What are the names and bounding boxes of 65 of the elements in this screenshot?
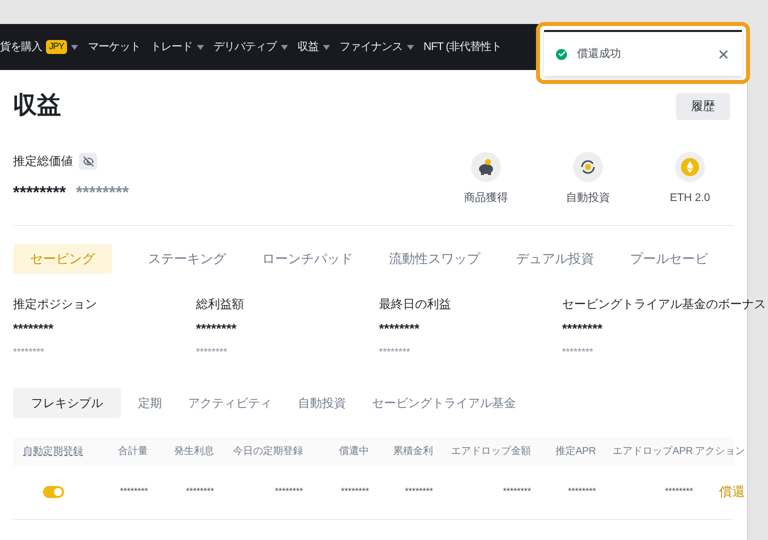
nav-link[interactable]: トレード: [150, 38, 193, 56]
column-header: 合計量: [117, 444, 148, 458]
history-button[interactable]: 履歴: [676, 92, 730, 120]
stat-value: ********: [562, 320, 604, 338]
shortcut-button[interactable]: ETH 2.0: [650, 152, 730, 225]
column-header: 今日の定期登録: [232, 444, 303, 458]
stat-secondary: ********: [196, 346, 228, 360]
column-header: 自動定期登録: [22, 444, 84, 458]
shortcut-button[interactable]: 商品獲得: [446, 152, 526, 225]
toggle-switch[interactable]: [42, 486, 64, 498]
total-value: ********: [13, 182, 66, 204]
sub-tab[interactable]: セービングトライアル基金: [363, 388, 525, 418]
column-header: 推定APR: [554, 444, 596, 458]
eye-off-icon: [82, 156, 94, 166]
column-header: 発生利息: [173, 444, 214, 458]
nav-link[interactable]: デリバティブ: [214, 38, 277, 56]
stat-label: 最終日の利益: [379, 296, 452, 313]
stat-value: ********: [196, 320, 238, 338]
piggy-bank-icon: [477, 159, 495, 175]
sub-tab[interactable]: 自動投資: [289, 388, 355, 418]
column-header: エアドロップAPR: [611, 444, 693, 458]
sub-tab[interactable]: 定期: [129, 388, 171, 418]
currency-badge: JPY: [46, 40, 68, 54]
close-button[interactable]: [717, 48, 730, 60]
coin-icon: [681, 158, 699, 176]
refresh-coin-icon: [579, 158, 597, 176]
column-header: エアドロップ金額: [450, 444, 531, 458]
tab[interactable]: ローンチパッド: [262, 244, 353, 274]
stat-label: セービングトライアル基金のボーナス: [562, 296, 766, 313]
sub-tab[interactable]: アクティビティ: [179, 388, 281, 418]
table-cell-text: ********: [274, 485, 303, 498]
stat-value: ********: [13, 320, 54, 338]
hide-balance-button[interactable]: [79, 152, 97, 170]
stat-value: ********: [379, 320, 420, 338]
tab[interactable]: デュアル投資: [516, 244, 594, 274]
column-header: アクション: [694, 444, 745, 458]
table-cell-text: ********: [664, 485, 693, 498]
page-title: 収益: [13, 91, 61, 121]
tab[interactable]: プールセービ: [630, 244, 708, 274]
stat-label: 推定ポジション: [13, 296, 98, 313]
success-icon: [556, 48, 567, 60]
stat-secondary: ********: [562, 346, 594, 360]
sub-tab[interactable]: フレキシブル: [13, 388, 121, 418]
table-cell-text: ********: [404, 485, 433, 498]
stat-label: 総利益額: [196, 296, 245, 313]
total-value-secondary: ********: [76, 182, 129, 204]
column-header: 累積金利: [392, 444, 433, 458]
stat-secondary: ********: [379, 346, 412, 360]
table-cell-text: ********: [184, 485, 214, 498]
nav-link[interactable]: ファイナンス: [340, 38, 403, 56]
table-cell-text: ********: [118, 485, 148, 498]
table-cell-text: ********: [502, 485, 531, 498]
stat-secondary: ********: [13, 346, 46, 360]
nav-link[interactable]: 収益: [298, 38, 319, 56]
shortcut-button[interactable]: 自動投資: [548, 152, 628, 225]
total-value-label: 推定総価値: [13, 153, 73, 170]
table-cell-text: ********: [566, 485, 596, 498]
tab[interactable]: 流動性スワップ: [389, 244, 480, 274]
nav-link[interactable]: 貨を購入: [0, 38, 42, 56]
nav-link[interactable]: NFT (非代替性ト: [424, 38, 502, 56]
nav-link[interactable]: マーケット: [88, 38, 141, 56]
column-header: 償還中: [338, 444, 369, 458]
table-cell-text: ********: [340, 485, 369, 498]
tab[interactable]: ステーキング: [148, 244, 226, 274]
toast-message: 償還成功: [577, 46, 622, 62]
